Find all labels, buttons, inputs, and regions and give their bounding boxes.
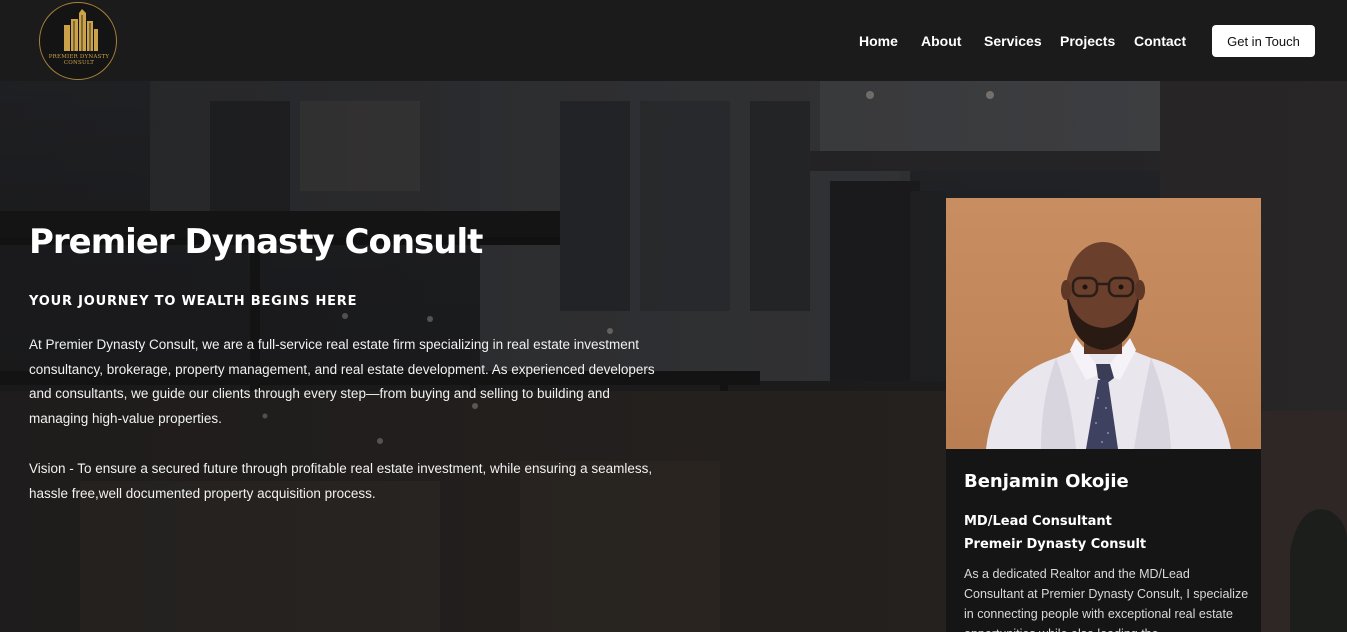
person-portrait-icon [986, 242, 1231, 449]
logo-text: PREMIER DYNASTY CONSULT [48, 54, 110, 66]
profile-photo [946, 198, 1261, 449]
profile-company: Premeir Dynasty Consult [964, 537, 1147, 552]
nav-services[interactable]: Services [984, 33, 1042, 49]
nav-contact[interactable]: Contact [1134, 33, 1186, 49]
get-in-touch-button[interactable]: Get in Touch [1212, 25, 1315, 57]
nav-home[interactable]: Home [859, 33, 898, 49]
hero-description: At Premier Dynasty Consult, we are a ful… [29, 337, 655, 426]
logo[interactable]: PREMIER DYNASTY CONSULT [39, 2, 117, 80]
site-header: PREMIER DYNASTY CONSULT Home About Servi… [0, 0, 1347, 81]
building-logo-icon [64, 9, 98, 51]
hero-vision: Vision - To ensure a secured future thro… [29, 461, 653, 501]
profile-name: Benjamin Okojie [964, 471, 1129, 492]
nav-projects[interactable]: Projects [1060, 33, 1115, 49]
profile-role: MD/Lead Consultant [964, 514, 1112, 529]
hero-title: Premier Dynasty Consult [29, 222, 483, 262]
profile-bio: As a dedicated Realtor and the MD/Lead C… [964, 567, 1249, 632]
profile-card: Benjamin Okojie MD/Lead Consultant Preme… [946, 198, 1261, 632]
nav-about[interactable]: About [921, 33, 961, 49]
hero-tagline: YOUR JOURNEY TO WEALTH BEGINS HERE [29, 294, 358, 309]
